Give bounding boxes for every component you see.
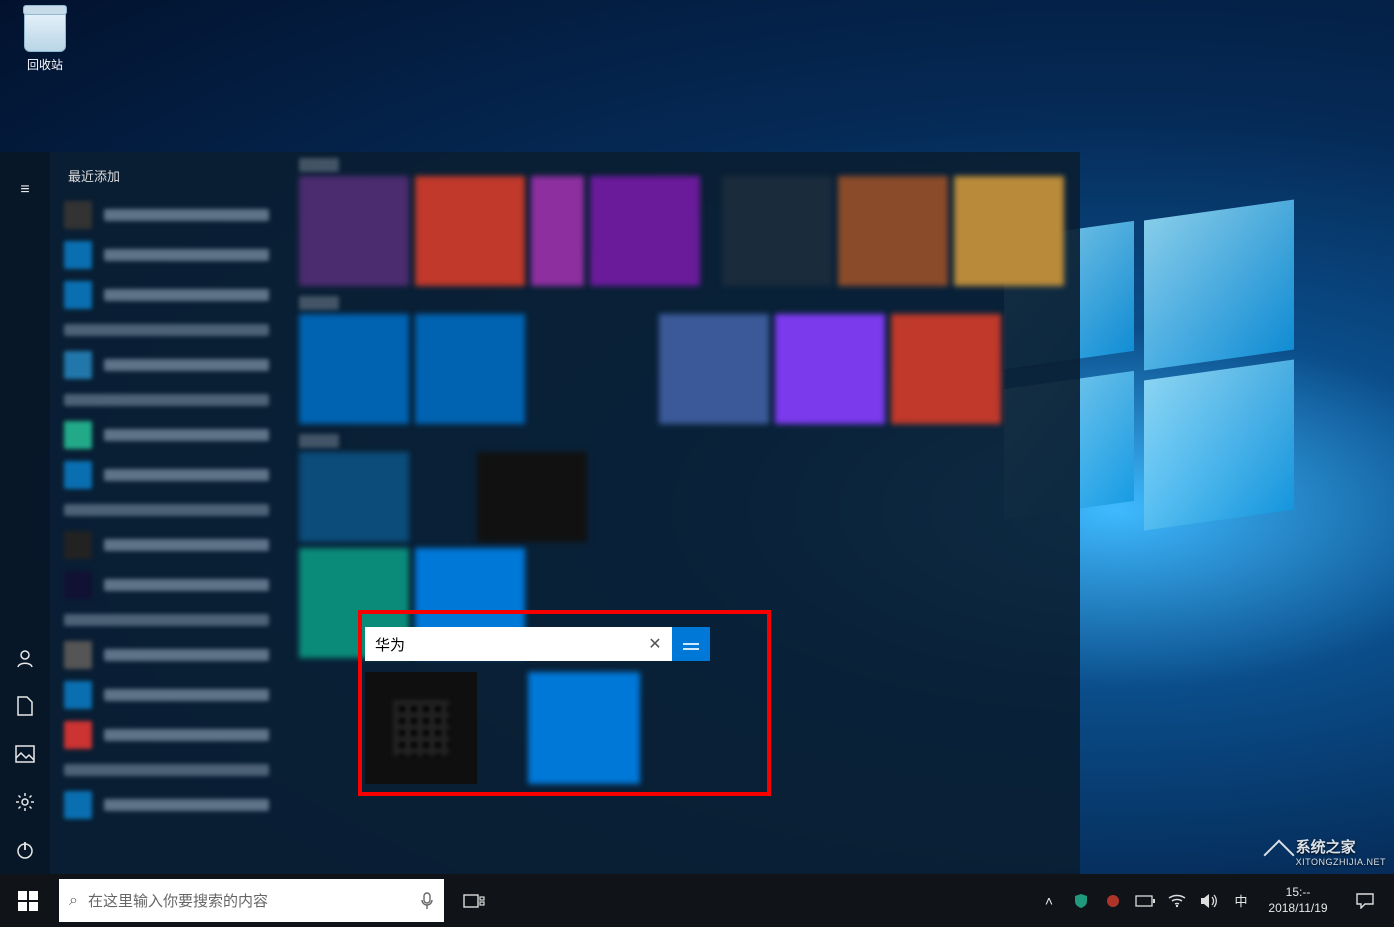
picture-icon [15, 745, 35, 763]
tray-app-icon[interactable] [1098, 874, 1128, 927]
close-icon: ✕ [648, 634, 661, 654]
tile[interactable] [659, 314, 769, 424]
rail-documents-button[interactable] [0, 682, 50, 730]
hamburger-icon: ≡ [20, 181, 29, 199]
list-item[interactable] [50, 455, 283, 495]
tray-overflow-button[interactable]: ˄ [1034, 874, 1064, 927]
recycle-bin-desktop-icon[interactable]: 回收站 [15, 10, 75, 73]
task-view-icon [463, 892, 485, 910]
tile[interactable] [528, 672, 640, 784]
gear-icon [15, 792, 35, 812]
taskbar-search-box[interactable]: ⌕ 在这里输入你要搜索的内容 [59, 879, 444, 922]
rail-user-button[interactable] [0, 634, 50, 682]
start-apps-list[interactable]: 最近添加 [50, 152, 283, 874]
tile[interactable] [415, 314, 525, 424]
list-letter-header[interactable] [50, 755, 283, 785]
battery-icon [1135, 895, 1155, 907]
list-item[interactable] [50, 565, 283, 605]
action-center-button[interactable] [1340, 893, 1390, 909]
start-button[interactable] [0, 874, 55, 927]
list-letter-header[interactable] [50, 605, 283, 635]
watermark: 系统之家 XITONGZHIJIA.NET [1268, 836, 1386, 867]
watermark-text: 系统之家 [1296, 836, 1386, 857]
tile[interactable] [365, 672, 477, 784]
clock-date: 2018/11/19 [1268, 901, 1327, 917]
shield-icon [1073, 893, 1089, 909]
house-icon [1263, 839, 1294, 870]
group-rename-input[interactable] [365, 627, 638, 661]
rail-expand-button[interactable]: ≡ [0, 166, 50, 214]
tray-battery-button[interactable] [1130, 874, 1160, 927]
user-icon [15, 648, 35, 668]
tray-network-button[interactable] [1162, 874, 1192, 927]
rail-settings-button[interactable] [0, 778, 50, 826]
tile[interactable] [954, 176, 1064, 286]
tray-volume-button[interactable] [1194, 874, 1224, 927]
document-icon [16, 696, 34, 716]
tile[interactable] [891, 314, 1001, 424]
chevron-up-icon: ˄ [1045, 893, 1053, 909]
taskbar-clock[interactable]: 15:-- 2018/11/19 [1258, 885, 1338, 916]
ime-label: 中 [1234, 891, 1247, 910]
volume-icon [1200, 893, 1218, 909]
list-item[interactable] [50, 195, 283, 235]
tile[interactable] [299, 176, 409, 286]
list-letter-header[interactable] [50, 385, 283, 415]
task-view-button[interactable] [448, 874, 500, 927]
tile[interactable] [477, 452, 587, 542]
list-item[interactable] [50, 415, 283, 455]
group-rename-bar: ✕ [365, 627, 710, 661]
notification-icon [1356, 893, 1374, 909]
recycle-bin-icon [24, 10, 66, 52]
tile[interactable] [590, 176, 700, 286]
list-item[interactable] [50, 275, 283, 315]
tile[interactable] [531, 176, 584, 286]
search-icon: ⌕ [69, 892, 78, 910]
list-item[interactable] [50, 525, 283, 565]
windows-logo-icon [18, 891, 38, 911]
tile[interactable] [838, 176, 948, 286]
start-rail: ≡ [0, 152, 50, 874]
list-item[interactable] [50, 715, 283, 755]
tile[interactable] [299, 452, 409, 542]
list-item[interactable] [50, 345, 283, 385]
app-icon [1105, 893, 1121, 909]
clock-time: 15:-- [1286, 885, 1311, 901]
list-letter-header[interactable] [50, 495, 283, 525]
wifi-icon [1168, 894, 1186, 908]
search-placeholder: 在这里输入你要搜索的内容 [88, 890, 410, 911]
tray-app-icon[interactable] [1066, 874, 1096, 927]
watermark-sub: XITONGZHIJIA.NET [1296, 857, 1386, 867]
list-item[interactable] [50, 235, 283, 275]
tile[interactable] [299, 314, 409, 424]
list-item[interactable] [50, 785, 283, 825]
group-drag-handle[interactable] [672, 627, 710, 661]
app-icon [393, 700, 449, 756]
rail-power-button[interactable] [0, 826, 50, 874]
list-letter-header[interactable] [50, 315, 283, 345]
drag-handle-icon [683, 643, 699, 645]
group-rename-clear-button[interactable]: ✕ [638, 627, 672, 661]
tray-ime-button[interactable]: 中 [1226, 874, 1256, 927]
mic-icon[interactable] [420, 892, 434, 910]
power-icon [15, 840, 35, 860]
recycle-bin-label: 回收站 [15, 56, 75, 73]
desktop: 回收站 ≡ [0, 0, 1394, 927]
taskbar: ⌕ 在这里输入你要搜索的内容 ˄ [0, 874, 1394, 927]
recently-added-header: 最近添加 [50, 160, 283, 195]
tile[interactable] [775, 314, 885, 424]
tile[interactable] [722, 176, 832, 286]
list-item[interactable] [50, 635, 283, 675]
tile[interactable] [415, 176, 525, 286]
rail-pictures-button[interactable] [0, 730, 50, 778]
system-tray: ˄ 中 15:-- 2018/11/19 [1034, 874, 1394, 927]
list-item[interactable] [50, 675, 283, 715]
